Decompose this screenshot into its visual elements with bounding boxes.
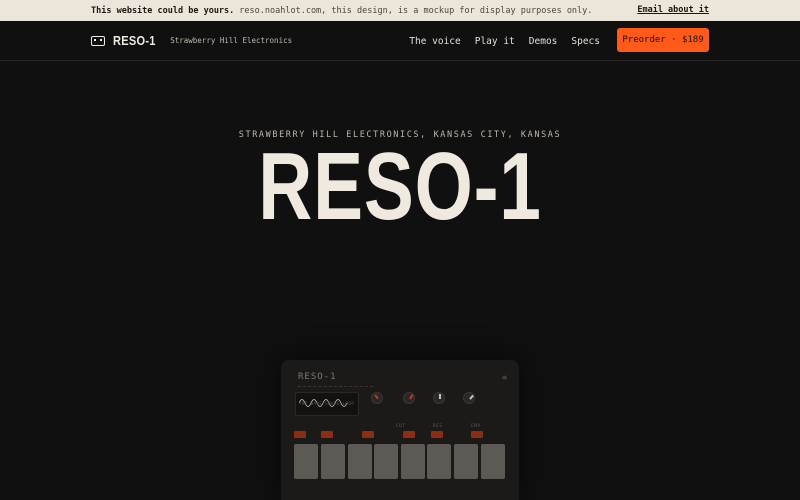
top-nav: RESO-1 Strawberry Hill Electronics The v… — [0, 21, 800, 61]
envelope-knob[interactable] — [433, 392, 445, 404]
brand[interactable]: RESO-1 Strawberry Hill Electronics — [91, 33, 292, 48]
step-led — [431, 431, 443, 438]
pad-key[interactable] — [454, 444, 478, 479]
device-menu-icon: ≡ — [502, 373, 507, 382]
synth-device-mockup: RESO-1 ≡ TRI WAVE SHAPE LOOP CUT RES ENV — [281, 360, 519, 500]
nav-links: The voice Play it Demos Specs — [409, 21, 600, 61]
pad-key[interactable] — [294, 444, 318, 479]
decay-knob[interactable] — [463, 392, 475, 404]
pad-key[interactable] — [427, 444, 451, 479]
step-led — [403, 431, 415, 438]
pad-key[interactable] — [401, 444, 425, 479]
device-name: RESO-1 — [298, 372, 337, 382]
knob-label-cut: CUT — [396, 424, 406, 429]
brand-name: RESO-1 — [113, 33, 156, 48]
step-led — [471, 431, 483, 438]
screen-text: TRI WAVE SHAPE LOOP — [299, 401, 355, 406]
banner-lead: This website could be yours. — [91, 5, 235, 16]
banner-message: reso.noahlot.com, this design, is a mock… — [239, 5, 593, 16]
announcement-banner: This website could be yours. reso.noahlo… — [0, 0, 800, 21]
knob-label-res: RES — [433, 424, 443, 429]
email-about-it-link[interactable]: Email about it — [637, 5, 709, 15]
pad-key[interactable] — [321, 444, 345, 479]
pad-key[interactable] — [348, 444, 372, 479]
nav-link-play-it[interactable]: Play it — [475, 36, 515, 47]
knob-label-env: ENV — [471, 424, 481, 429]
brand-subtitle: Strawberry Hill Electronics — [170, 36, 293, 45]
step-led — [294, 431, 306, 438]
synth-logo-icon — [91, 35, 105, 46]
nav-link-the-voice[interactable]: The voice — [409, 36, 460, 47]
nav-link-specs[interactable]: Specs — [571, 36, 600, 47]
cutoff-knob[interactable] — [371, 392, 383, 404]
step-led — [321, 431, 333, 438]
preorder-button[interactable]: Preorder · $189 — [617, 28, 709, 52]
nav-link-demos[interactable]: Demos — [529, 36, 558, 47]
hero-title: RESO-1 — [258, 133, 542, 240]
pad-key[interactable] — [374, 444, 398, 479]
step-led — [362, 431, 374, 438]
resonance-knob[interactable] — [403, 392, 415, 404]
pad-key[interactable] — [481, 444, 505, 479]
device-divider — [298, 386, 373, 387]
device-screen: TRI WAVE SHAPE LOOP — [295, 392, 359, 416]
